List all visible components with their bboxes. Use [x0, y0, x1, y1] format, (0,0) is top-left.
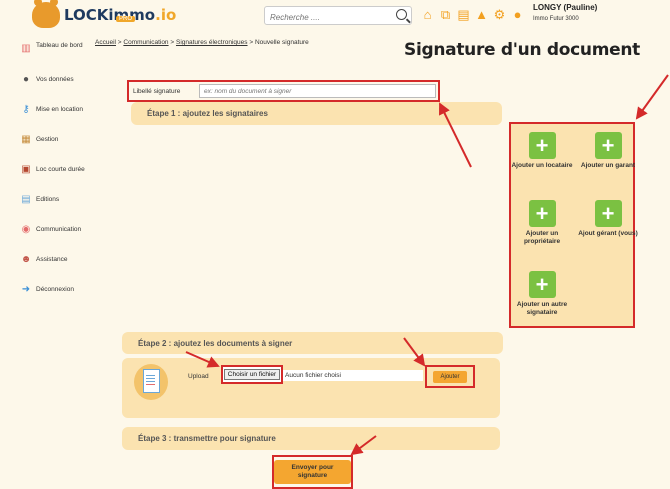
arrow-to-actions — [635, 74, 669, 120]
arrow-to-file-chooser — [185, 351, 220, 368]
arrow-to-libelle — [439, 102, 472, 168]
arrow-to-send-button — [350, 435, 377, 456]
arrow-to-add-button — [403, 337, 426, 367]
annotation-arrows — [185, 74, 669, 456]
